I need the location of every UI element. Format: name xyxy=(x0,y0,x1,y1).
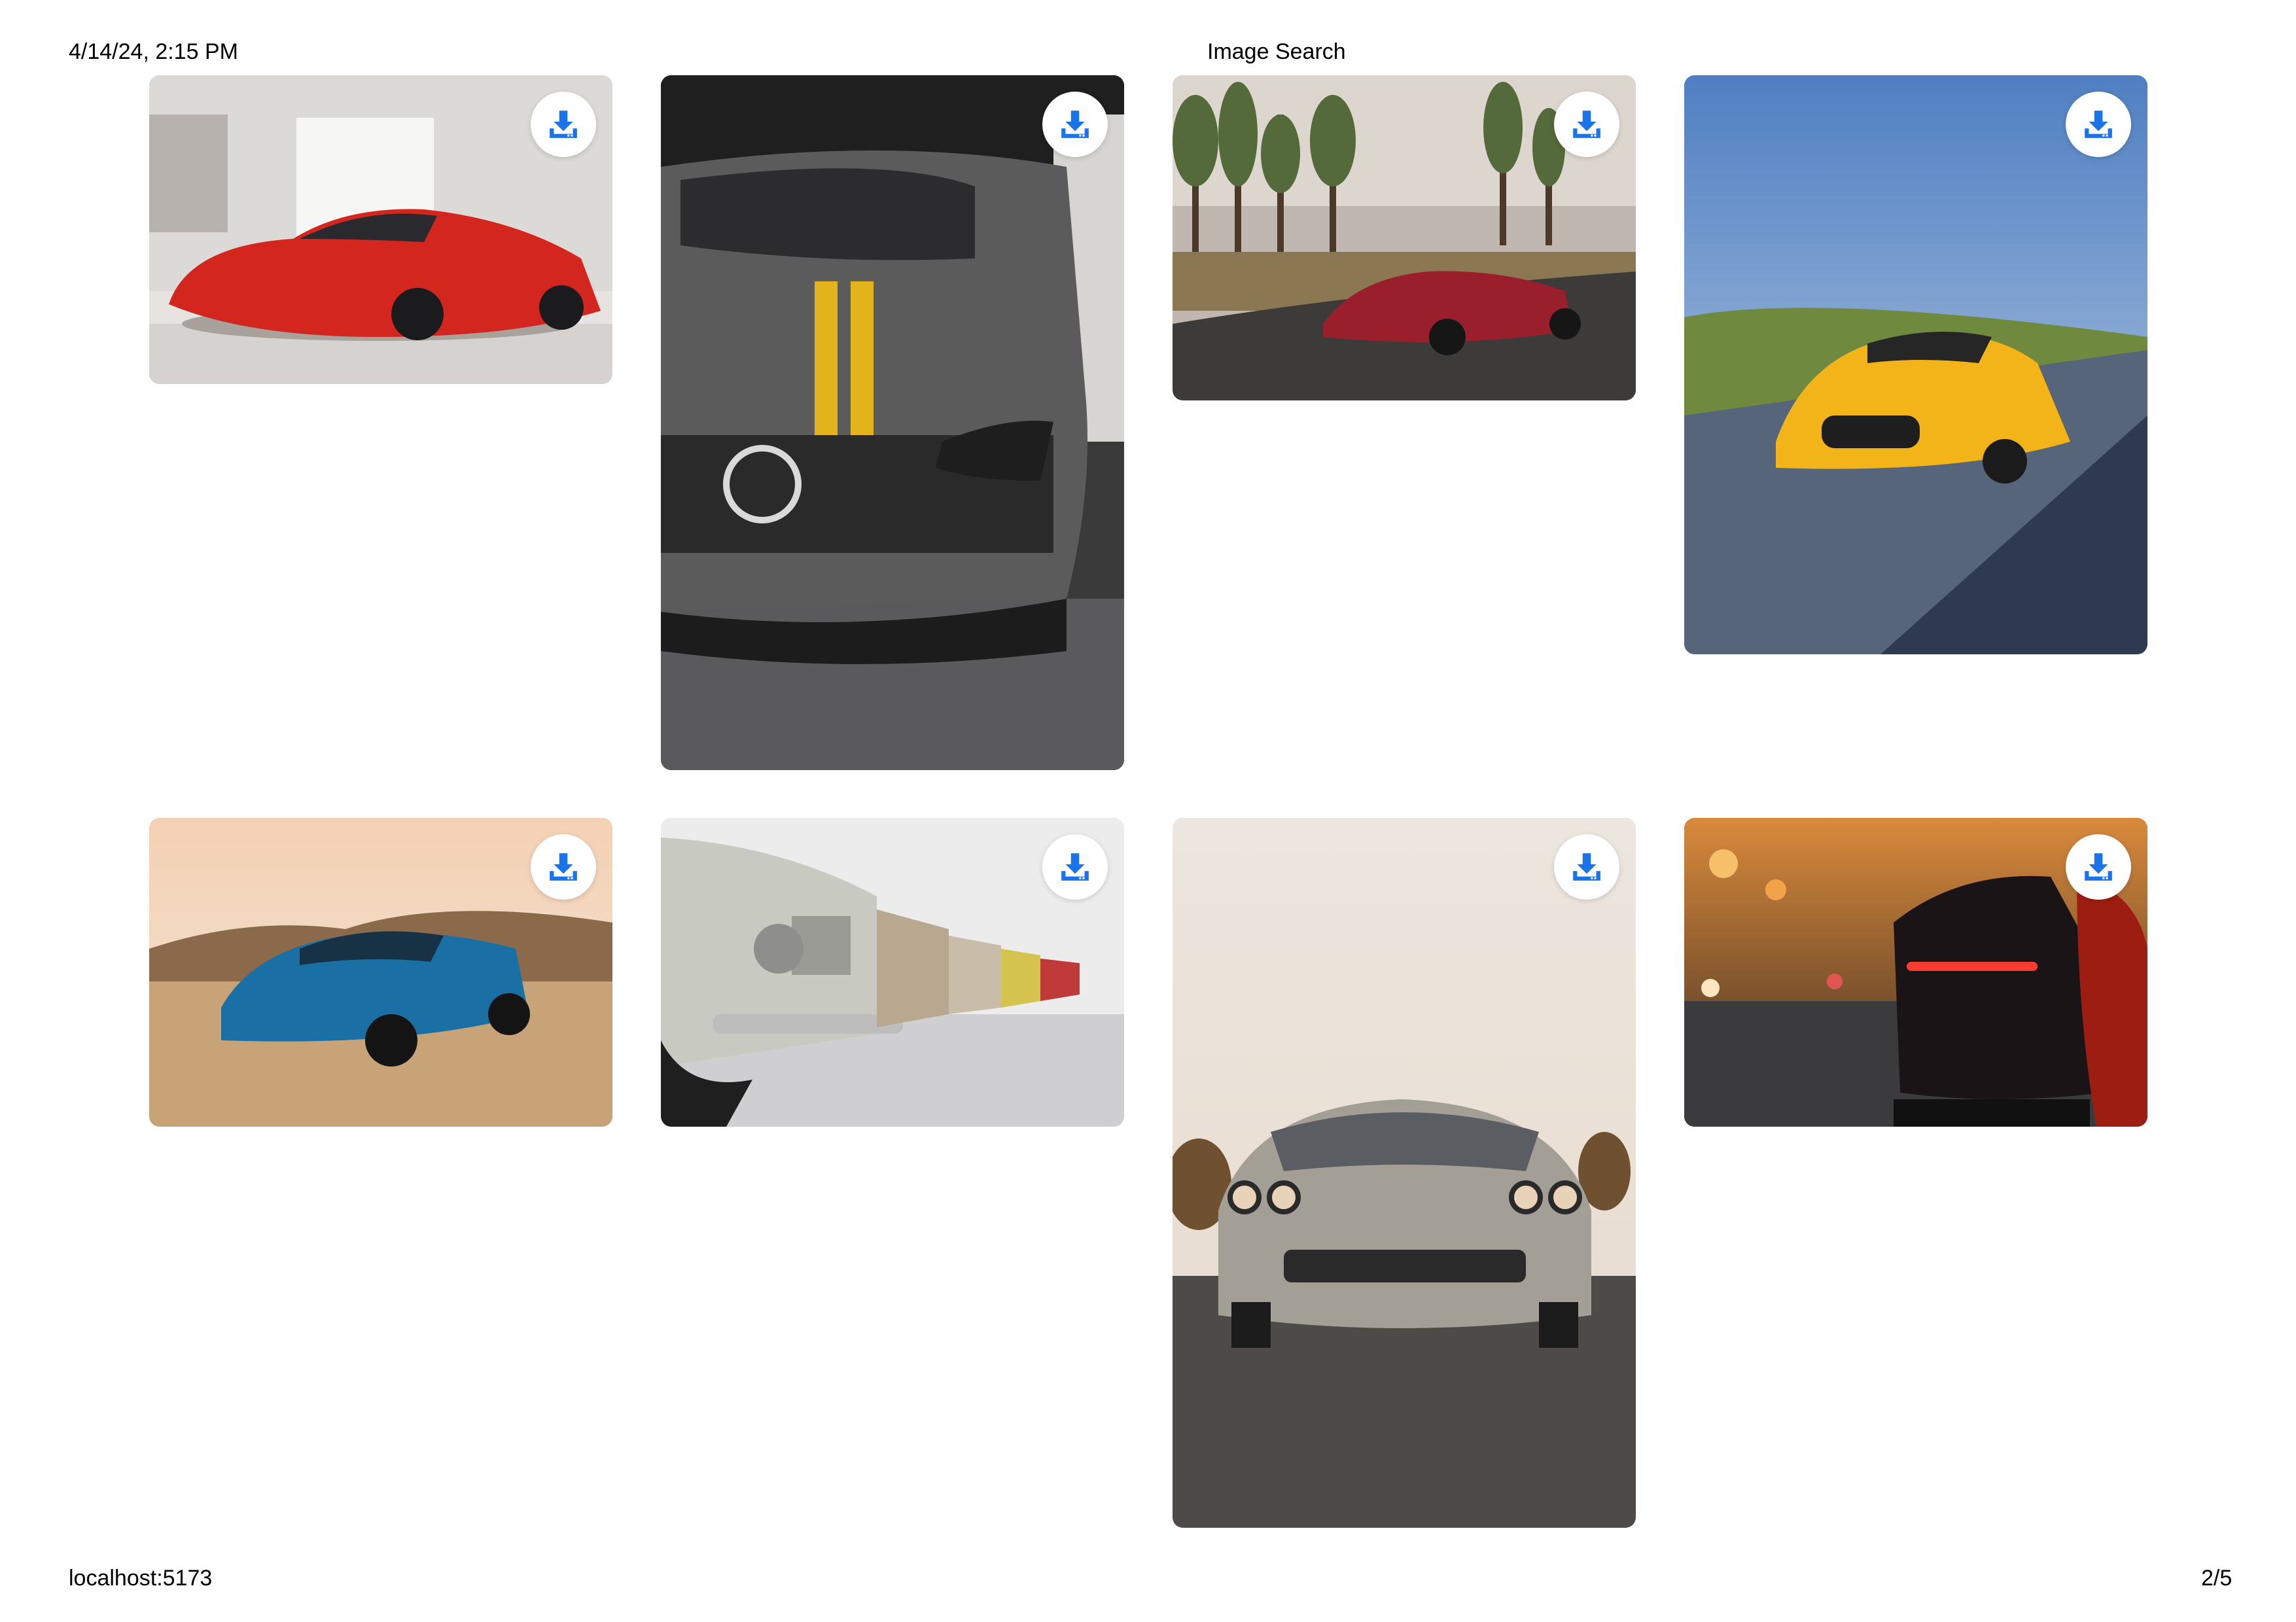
download-icon xyxy=(2085,853,2112,881)
download-icon xyxy=(1061,853,1089,881)
image-card[interactable] xyxy=(661,75,1124,770)
image-card[interactable] xyxy=(1173,818,1636,1528)
car-photo xyxy=(1173,818,1636,1528)
page-title: Image Search xyxy=(1207,39,1346,64)
download-button[interactable] xyxy=(2066,834,2131,900)
download-icon xyxy=(1061,111,1089,138)
page-number: 2/5 xyxy=(2201,1566,2233,1591)
car-photo xyxy=(1684,75,2147,654)
image-card[interactable] xyxy=(661,818,1124,1127)
download-button[interactable] xyxy=(1042,834,1108,900)
download-icon xyxy=(1573,853,1600,881)
download-icon xyxy=(550,853,577,881)
download-button[interactable] xyxy=(1554,92,1619,157)
image-card[interactable] xyxy=(149,818,612,1127)
car-photo xyxy=(661,75,1124,770)
download-icon xyxy=(2085,111,2112,138)
image-card[interactable] xyxy=(1684,75,2147,654)
image-card[interactable] xyxy=(149,75,612,384)
download-icon xyxy=(1573,111,1600,138)
print-date: 4/14/24, 2:15 PM xyxy=(69,39,238,64)
download-button[interactable] xyxy=(531,834,596,900)
download-button[interactable] xyxy=(1042,92,1108,157)
download-button[interactable] xyxy=(1554,834,1619,900)
print-url: localhost:5173 xyxy=(69,1566,213,1591)
download-button[interactable] xyxy=(2066,92,2131,157)
download-icon xyxy=(550,111,577,138)
image-card[interactable] xyxy=(1684,818,2147,1127)
download-button[interactable] xyxy=(531,92,596,157)
image-card[interactable] xyxy=(1173,75,1636,400)
